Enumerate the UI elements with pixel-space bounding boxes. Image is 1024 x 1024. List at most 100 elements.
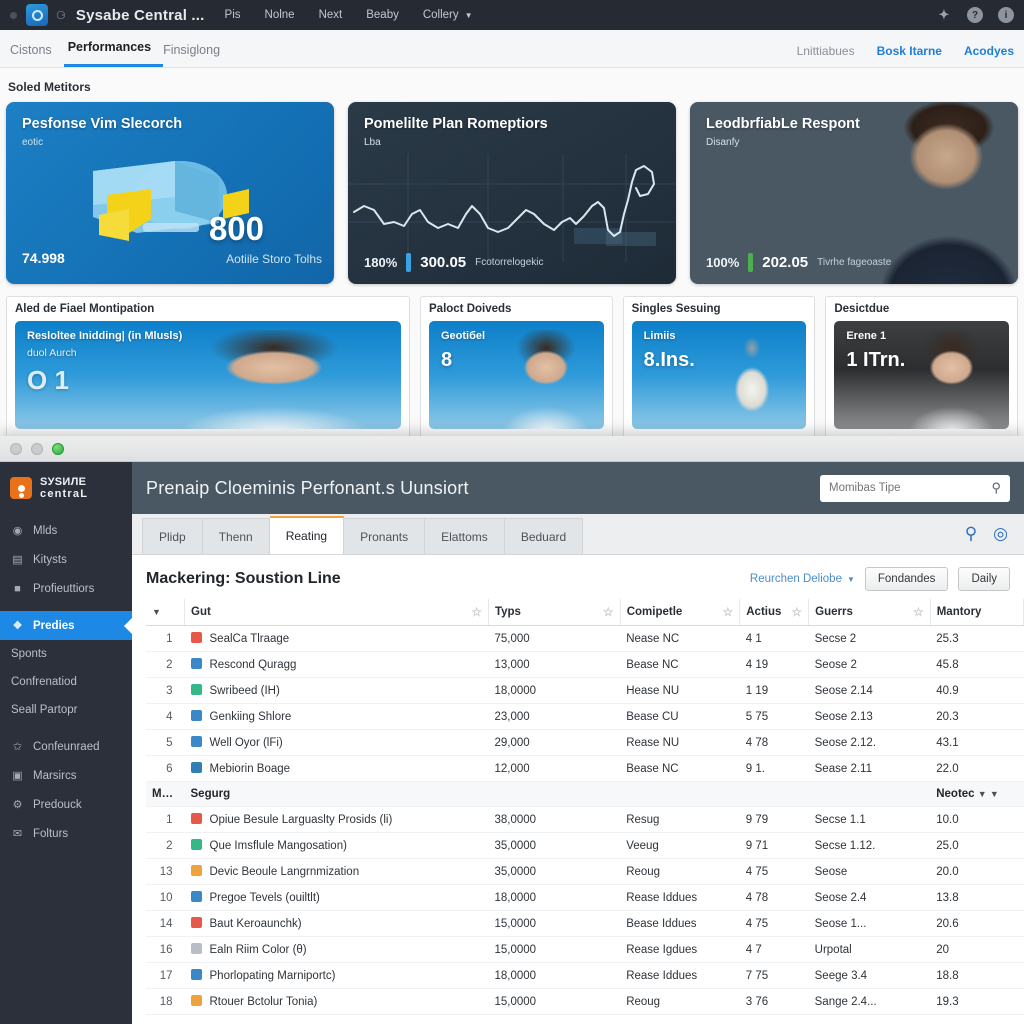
cell-name-text: Genkiing Shlore (209, 711, 292, 723)
hero-card-2[interactable]: LeodbrfiabLe Respont Disanfy 100% 202.05… (690, 102, 1018, 284)
table-row[interactable]: 1 SealCa Tlraage 75,000 Nease NC 4 1 Sec… (146, 625, 1024, 652)
table-group-header-row[interactable]: Mu: ▼ Segurg Neotec ▼ ▼ (146, 781, 1024, 807)
chevron-down-icon[interactable]: ▼ (990, 789, 999, 799)
table-row[interactable]: 1 Opiue Besule Larguaslty Prosids (li) 3… (146, 806, 1024, 833)
locate-icon[interactable]: ◎ (993, 524, 1008, 544)
table-row[interactable]: 3 Swribeed (IH) 18,0000 Hease NU 1 19 Se… (146, 677, 1024, 704)
table-row[interactable]: 18 Rtouer Bctolur Tonia) 15,0000 Reoug 3… (146, 988, 1024, 1015)
link-lnittiabues[interactable]: Lnittiabues (797, 44, 855, 58)
search-input[interactable] (829, 482, 992, 494)
chevron-down-icon[interactable]: ▼ (978, 789, 987, 799)
sidebar-item-label: Folturs (33, 827, 69, 840)
menu-item-2[interactable]: Next (319, 9, 343, 21)
tab-cistons[interactable]: Cistons (10, 43, 64, 67)
table-row[interactable]: 13 Devic Beoule Langrnmization 35,0000 R… (146, 858, 1024, 885)
table-row[interactable]: 5 Well Oyor (lFi) 29,000 Rease NU 4 78 S… (146, 729, 1024, 756)
refresh-icon[interactable]: ⚆ (56, 9, 66, 22)
table-row[interactable]: 2 Rescond Quragg 13,000 Bease NC 4 19 Se… (146, 651, 1024, 678)
column-header-competle[interactable]: Comipetle ☆ (620, 599, 741, 626)
mini-card-2[interactable]: Singles Sesuing Limiis 8.Ins. (622, 296, 816, 438)
column-header-index[interactable]: ▼ (146, 599, 185, 626)
sidebar-item-folturs[interactable]: ✉ Folturs (0, 819, 132, 848)
sidebar-brand[interactable]: SУSИЛЕ centraL (0, 462, 132, 516)
cell-type: 38,0000 (488, 806, 621, 833)
menu-item-1[interactable]: Nolne (265, 9, 295, 21)
sidebar-item-mlds[interactable]: ◉ Mlds (0, 516, 132, 545)
table-row[interactable]: 4 Genkiing Shlore 23,000 Bease CU 5 75 S… (146, 703, 1024, 730)
sort-icon[interactable]: ☆ (722, 605, 733, 619)
tab-performances[interactable]: Performances (63, 40, 164, 67)
link-acodyes[interactable]: Acodyes (964, 44, 1014, 58)
search-icon[interactable]: ⚲ (965, 524, 977, 544)
sidebar-item-predouck[interactable]: ⚙ Predouck (0, 790, 132, 819)
table-row[interactable]: 17 Phorlopating Marniportc) 18,0000 Reas… (146, 962, 1024, 989)
cell-actius: 4 75 (739, 910, 809, 937)
hero-card-0[interactable]: Pesfonse Vim Slecorch eotic 800 Aotiile … (6, 102, 334, 284)
minimize-button[interactable] (31, 442, 43, 455)
sort-icon[interactable]: ☆ (913, 605, 924, 619)
table-row[interactable]: 6 Mebiorin Boage 12,000 Bease NC 9 1. Se… (146, 755, 1024, 782)
cell-guerrs: Seose (808, 858, 931, 885)
column-header-guerrs[interactable]: Guerrs ☆ (808, 599, 931, 626)
link-bosk-itarne[interactable]: Bosk Itarne (877, 44, 942, 58)
chevron-down-icon: ▼ (152, 607, 161, 617)
sort-icon[interactable]: ☆ (791, 605, 802, 619)
tab-reating[interactable]: Reating (269, 516, 345, 554)
reurchen-deliobe-dropdown[interactable]: Reurchen Deliobe ▼ (750, 573, 855, 585)
mini-card-3[interactable]: Desictdue Erene 1 1 ITrn. (825, 296, 1019, 438)
table-row[interactable]: 16 Ealn Riim Color (θ) 15,0000 Rease Igd… (146, 936, 1024, 963)
cell-guerrs: Seose 2.14 (808, 677, 931, 704)
table-row[interactable]: 10 Pregoe Tevels (ouiltlt) 18,0000 Rease… (146, 884, 1024, 911)
search-icon[interactable]: ⚲ (991, 480, 1001, 496)
fondandes-button[interactable]: Fondandes (864, 567, 949, 591)
cell-index: 3 (146, 677, 185, 704)
sidebar-item-sponts[interactable]: Sponts (0, 640, 132, 668)
info-icon[interactable]: i (998, 7, 1014, 23)
mini-card-0[interactable]: Aled de Fiael Montipation Resloltee Inid… (6, 296, 410, 438)
search-box[interactable]: ⚲ (820, 474, 1010, 502)
menu-item-3[interactable]: Beaby (366, 9, 399, 21)
secondary-tabbar: Cistons Performances Finsiglong Lnittiab… (0, 30, 1024, 68)
column-header-name[interactable]: Gut ☆ (184, 599, 489, 626)
sort-icon[interactable]: ☆ (603, 605, 614, 619)
hero-card-1[interactable]: Pomelilte Plan Romeptiors Lba 180% 300.0… (348, 102, 676, 284)
table-container[interactable]: ▼ Gut ☆ Typs ☆ Comipetle ☆ Actius ☆ Guer… (132, 599, 1024, 1024)
tab-plidp[interactable]: Plidp (142, 518, 203, 554)
cell-guerrs: Sease 2.11 (808, 755, 931, 782)
sidebar-item-seall-partopr[interactable]: Seall Partopr (0, 696, 132, 724)
sparkle-icon[interactable]: ✦ (936, 7, 952, 23)
sidebar-item-marsircs[interactable]: ▣ Marsircs (0, 761, 132, 790)
cell-index: 2 (146, 651, 185, 678)
group-right-label[interactable]: Neotec ▼ ▼ (930, 781, 1024, 807)
menu-item-0[interactable]: Pis (225, 9, 241, 21)
sidebar-item-predies[interactable]: ❖ Predies (0, 611, 132, 641)
sidebar-item-confeunraed[interactable]: ✩ Confeunraed (0, 732, 132, 761)
mini-card-1[interactable]: Paloct Doiveds Geotiбel 8 (420, 296, 613, 438)
tab-elattoms[interactable]: Elattoms (425, 518, 505, 554)
sidebar-item-confrenatiod[interactable]: Confrenatiod (0, 668, 132, 696)
column-header-type[interactable]: Typs ☆ (488, 599, 621, 626)
cell-name: Rtouer Bctolur Tonia) (184, 988, 489, 1015)
hero-card-1-pct: 180% (364, 255, 398, 270)
group-left-label[interactable]: Mu: ▼ (146, 781, 185, 807)
sort-icon[interactable]: ☆ (471, 605, 482, 619)
table-row[interactable]: 14 Baut Keroaunchk) 15,0000 Bease Iddues… (146, 910, 1024, 937)
zoom-button[interactable] (52, 442, 64, 455)
column-header-actius[interactable]: Actius ☆ (739, 599, 810, 626)
menu-item-4[interactable]: Collery (423, 9, 459, 21)
tab-pronants[interactable]: Pronants (344, 518, 426, 554)
cell-index: 13 (146, 858, 185, 885)
help-icon[interactable]: ? (967, 7, 983, 23)
sidebar-item-profieuttiors[interactable]: ■ Profieuttiors (0, 574, 132, 603)
close-button[interactable] (10, 442, 22, 455)
chevron-down-icon[interactable]: ▼ (176, 789, 185, 799)
sidebar-item-kitysts[interactable]: ▤ Kitysts (0, 545, 132, 574)
tab-finsiglong[interactable]: Finsiglong (163, 43, 232, 67)
daily-button[interactable]: Daily (958, 567, 1010, 591)
tab-thenn[interactable]: Thenn (202, 518, 270, 554)
chevron-down-icon[interactable]: ▼ (465, 11, 473, 20)
tab-beduard[interactable]: Beduard (504, 518, 584, 554)
cell-guerrs: Seose 2 (808, 651, 931, 678)
table-row[interactable]: 2 Que Imsflule Mangosation) 35,0000 Veeu… (146, 832, 1024, 859)
column-header-mantory[interactable]: Mantory (930, 599, 1024, 626)
